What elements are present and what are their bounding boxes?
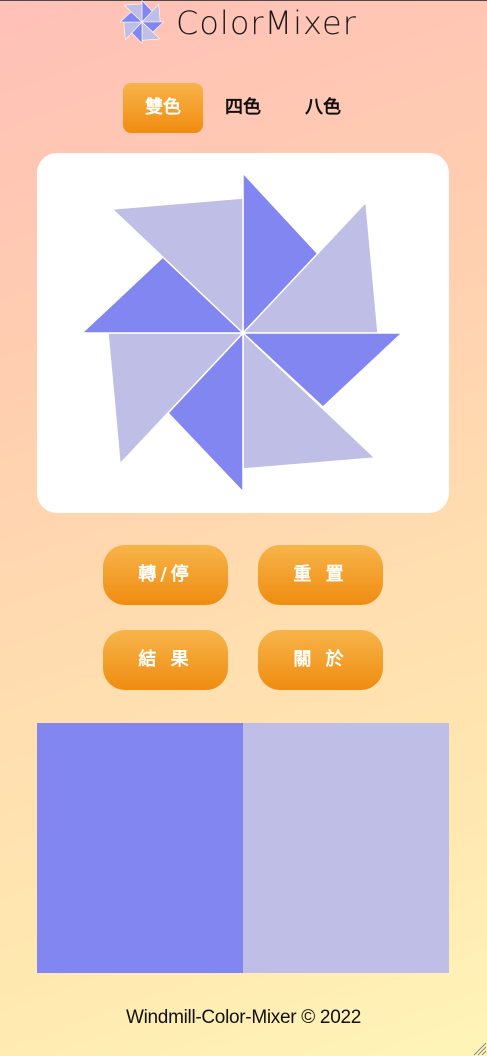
color-swatch-primary (37, 723, 243, 973)
resize-grip-icon[interactable] (471, 1040, 487, 1056)
app-title: ColorMixer (176, 4, 357, 42)
about-button[interactable]: 關 於 (258, 630, 383, 690)
tab-eight-colors[interactable]: 八色 (283, 83, 363, 133)
reset-button[interactable]: 重 置 (258, 545, 383, 605)
windmill-logo-icon (119, 0, 165, 45)
color-result-swatches (37, 723, 449, 973)
tab-two-colors[interactable]: 雙色 (123, 83, 203, 133)
spin-stop-button[interactable]: 轉/停 (103, 545, 228, 605)
color-mode-tabs: 雙色 四色 八色 (0, 83, 487, 133)
tab-four-colors[interactable]: 四色 (203, 83, 283, 133)
header: ColorMixer (0, 0, 487, 50)
footer-copyright: Windmill-Color-Mixer © 2022 (125, 1007, 361, 1028)
windmill-card (37, 153, 449, 513)
windmill-canvas[interactable] (37, 153, 449, 513)
result-button[interactable]: 結 果 (103, 630, 228, 690)
color-swatch-secondary (243, 723, 449, 973)
